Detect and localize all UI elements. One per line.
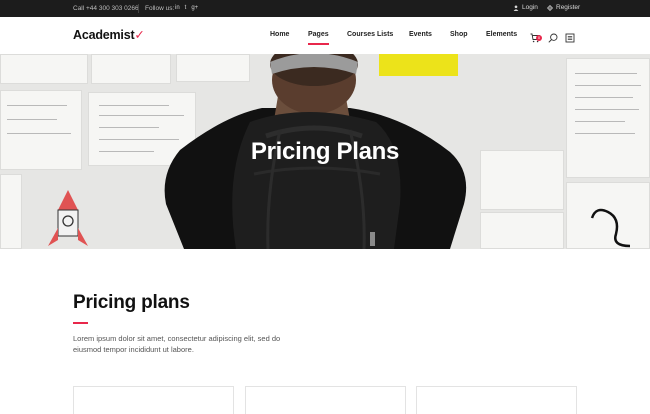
linkedin-icon[interactable]: in — [175, 4, 180, 12]
rocket-drawing-icon — [48, 190, 88, 246]
nav-shop[interactable]: Shop — [450, 31, 468, 38]
register-label: Register — [556, 4, 581, 11]
cart-button[interactable]: 0 — [530, 30, 542, 43]
hero-banner: Pricing Plans — [0, 54, 650, 249]
social-links: in t g+ — [175, 4, 198, 12]
section-title: Pricing plans — [73, 292, 190, 313]
menu-icon — [565, 33, 575, 43]
wall-paper — [480, 212, 564, 249]
wall-paper — [0, 54, 88, 84]
logo-check-icon: ✓ — [134, 28, 145, 42]
login-label: Login — [522, 4, 538, 11]
top-bar: Call +44 300 303 0266 Follow us: in t g+… — [0, 0, 650, 17]
side-menu-button[interactable] — [565, 30, 576, 43]
pricing-card — [73, 386, 234, 414]
nav-pages[interactable]: Pages — [308, 31, 329, 45]
register-icon — [547, 4, 553, 11]
scribble-drawing-icon — [590, 208, 631, 248]
section-description: Lorem ipsum dolor sit amet, consectetur … — [73, 334, 281, 354]
site-logo[interactable]: Academist✓ — [73, 27, 145, 42]
title-underline — [73, 322, 88, 324]
nav-courses-lists[interactable]: Courses Lists — [347, 31, 393, 38]
hero-title: Pricing Plans — [250, 138, 400, 165]
follow-us-label: Follow us: — [145, 5, 175, 12]
topbar-divider — [138, 4, 139, 13]
user-icon — [513, 4, 519, 11]
nav-elements[interactable]: Elements — [486, 31, 517, 38]
nav-home[interactable]: Home — [270, 31, 289, 38]
search-button[interactable] — [548, 30, 559, 43]
logo-text: Academist — [73, 28, 135, 42]
pricing-card — [416, 386, 577, 414]
nav-events[interactable]: Events — [409, 31, 432, 38]
login-link[interactable]: Login — [513, 4, 538, 11]
phone-number: Call +44 300 303 0266 — [73, 5, 139, 12]
googleplus-icon[interactable]: g+ — [191, 4, 198, 12]
register-link[interactable]: Register — [547, 4, 580, 11]
pricing-card — [245, 386, 406, 414]
wall-paper — [0, 174, 22, 249]
search-icon — [548, 33, 558, 43]
main-header: Academist✓ Home Pages Courses Lists Even… — [0, 17, 650, 54]
cart-count-badge: 0 — [536, 35, 542, 41]
twitter-icon[interactable]: t — [185, 4, 187, 12]
